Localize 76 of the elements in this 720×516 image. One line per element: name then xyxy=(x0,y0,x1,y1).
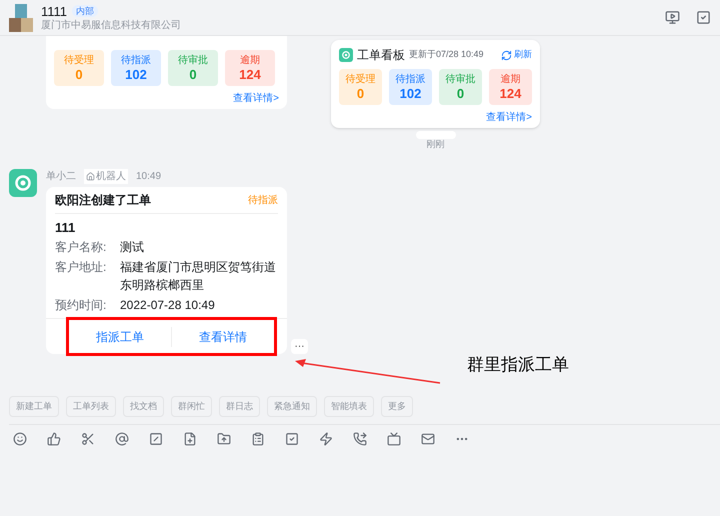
stat-label: 逾期 xyxy=(500,72,520,86)
quick-action-button[interactable]: 紧急通知 xyxy=(267,396,317,417)
thumbs-up-icon[interactable] xyxy=(47,432,61,446)
checkbox-icon[interactable] xyxy=(696,10,711,25)
folder-upload-icon[interactable] xyxy=(217,432,231,446)
field-value: 测试 xyxy=(120,239,145,256)
stat-value: 0 xyxy=(189,66,197,82)
stat-label: 待指派 xyxy=(396,72,426,86)
stat-tile[interactable]: 待受理 0 xyxy=(339,69,382,105)
time-label: 刚刚 xyxy=(426,139,444,149)
update-time: 更新于07/28 10:49 xyxy=(409,48,484,62)
status-label: 待指派 xyxy=(248,194,278,208)
emoji-icon[interactable] xyxy=(13,432,27,446)
stat-value: 124 xyxy=(500,86,522,102)
stat-tile[interactable]: 待审批 0 xyxy=(168,50,218,86)
internal-tag: 内部 xyxy=(72,5,98,17)
ticket-number: 111 xyxy=(55,220,76,236)
company-name: 厦门市中易服信息科技有限公司 xyxy=(41,18,181,32)
field-value: 2022-07-28 10:49 xyxy=(120,297,216,314)
robot-logo-icon xyxy=(9,169,37,197)
stat-tile[interactable]: 待受理 0 xyxy=(54,50,104,86)
quick-action-button[interactable]: 找文档 xyxy=(123,396,164,417)
refresh-icon xyxy=(501,50,512,60)
sender-name: 单小二 xyxy=(46,170,76,184)
stat-value: 0 xyxy=(456,86,464,102)
card-action-button[interactable]: 查看详情 xyxy=(171,326,274,346)
bot-tag: 机器人 xyxy=(84,168,128,184)
stat-tile[interactable]: 逾期 124 xyxy=(489,69,532,105)
slash-square-icon[interactable] xyxy=(149,432,163,446)
stat-value: 102 xyxy=(400,86,422,102)
annotation-text: 群里指派工单 xyxy=(467,354,569,376)
stat-label: 待审批 xyxy=(446,72,476,86)
stat-label: 待受理 xyxy=(346,72,376,86)
phone-icon[interactable] xyxy=(353,432,367,446)
quick-action-button[interactable]: 群日志 xyxy=(219,396,260,417)
stat-value: 0 xyxy=(75,66,83,82)
stat-label: 逾期 xyxy=(240,54,260,66)
field-label: 客户地址: xyxy=(55,259,108,276)
quick-action-button[interactable]: 新建工单 xyxy=(9,396,59,417)
view-details-link[interactable]: 查看详情> xyxy=(486,110,532,125)
quick-action-button[interactable]: 工单列表 xyxy=(66,396,116,417)
card-action-button[interactable]: 指派工单 xyxy=(69,326,171,346)
screen-play-icon[interactable] xyxy=(665,10,680,25)
message-time: 10:49 xyxy=(136,170,162,184)
checkbox-icon[interactable] xyxy=(285,432,299,446)
stat-label: 待受理 xyxy=(64,54,94,66)
stat-value: 124 xyxy=(239,66,261,82)
stat-tile[interactable]: 待指派 102 xyxy=(111,50,161,86)
field-label: 客户名称: xyxy=(55,239,108,256)
card-title: 欧阳注创建了工单 xyxy=(55,192,151,209)
stat-value: 102 xyxy=(125,66,147,82)
card-title: 工单看板 xyxy=(357,47,405,64)
more-button[interactable]: ··· xyxy=(291,339,308,354)
tv-icon[interactable] xyxy=(387,432,401,446)
view-details-link[interactable]: 查看详情> xyxy=(233,91,279,106)
stat-label: 待审批 xyxy=(178,54,208,66)
quick-action-button[interactable]: 更多 xyxy=(381,396,413,417)
stat-tile[interactable]: 逾期 124 xyxy=(225,50,275,86)
refresh-link[interactable]: 刷新 xyxy=(501,48,532,62)
file-plus-icon[interactable] xyxy=(183,432,197,446)
stat-value: 0 xyxy=(356,86,364,102)
scissors-icon[interactable] xyxy=(81,432,95,446)
stat-tile[interactable]: 待审批 0 xyxy=(439,69,482,105)
group-avatar xyxy=(9,4,33,32)
robot-logo-icon xyxy=(339,48,353,62)
clipboard-icon[interactable] xyxy=(251,432,265,446)
lightning-icon[interactable] xyxy=(319,432,333,446)
chat-title: 1111 xyxy=(41,4,68,18)
quick-action-button[interactable]: 群闲忙 xyxy=(171,396,212,417)
field-value: 福建省厦门市思明区贺笃街道东明路槟榔西里 xyxy=(120,259,277,294)
stat-tile[interactable]: 待指派 102 xyxy=(389,69,432,105)
stat-label: 待指派 xyxy=(121,54,151,66)
quick-action-button[interactable]: 智能填表 xyxy=(324,396,374,417)
mail-icon[interactable] xyxy=(421,432,435,446)
at-sign-icon[interactable] xyxy=(115,432,129,446)
field-label: 预约时间: xyxy=(55,297,108,314)
